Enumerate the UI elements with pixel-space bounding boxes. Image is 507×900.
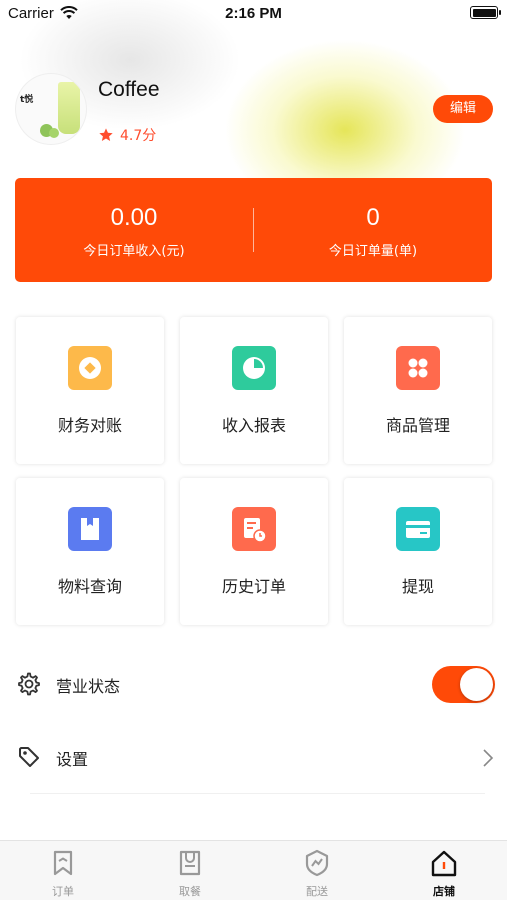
delivery-shield-icon bbox=[305, 849, 329, 877]
tile-history-orders[interactable]: 历史订单 bbox=[180, 478, 328, 625]
tile-label: 商品管理 bbox=[385, 416, 450, 435]
tile-label: 提现 bbox=[401, 577, 434, 596]
settings-row[interactable]: 设置 bbox=[0, 728, 507, 788]
tile-label: 物料查询 bbox=[57, 577, 122, 596]
chevron-right-icon bbox=[483, 749, 494, 767]
tab-label: 取餐 bbox=[179, 885, 201, 898]
tab-orders[interactable]: 订单 bbox=[0, 841, 126, 900]
coin-icon bbox=[68, 346, 112, 390]
pie-chart-icon bbox=[232, 346, 276, 390]
rating-value: 4.7分 bbox=[120, 128, 157, 144]
today-stats-card: 0.00 今日订单收入(元) 0 今日订单量(单) bbox=[15, 178, 492, 282]
tag-icon bbox=[19, 747, 39, 767]
tab-label: 订单 bbox=[52, 885, 74, 898]
edit-profile-button[interactable]: 编辑 bbox=[433, 95, 493, 123]
business-status-label: 营业状态 bbox=[56, 677, 121, 696]
avatar-drink-image bbox=[58, 82, 80, 134]
income-stat: 0.00 今日订单收入(元) bbox=[15, 178, 253, 282]
business-status-toggle[interactable] bbox=[432, 666, 495, 703]
store-house-icon bbox=[431, 850, 457, 877]
row-divider bbox=[30, 793, 485, 794]
tile-label: 财务对账 bbox=[57, 416, 122, 435]
star-icon bbox=[99, 128, 113, 141]
tab-delivery[interactable]: 配送 bbox=[254, 841, 380, 900]
business-status-row: 营业状态 bbox=[0, 655, 507, 715]
tile-product-management[interactable]: 商品管理 bbox=[344, 317, 492, 464]
shop-avatar[interactable]: t悦 bbox=[16, 74, 86, 144]
battery-icon bbox=[470, 6, 501, 19]
card-icon bbox=[396, 507, 440, 551]
tile-label: 历史订单 bbox=[221, 577, 286, 596]
grid-icon bbox=[396, 346, 440, 390]
shop-name: Coffee bbox=[98, 78, 160, 101]
tab-label: 配送 bbox=[306, 885, 328, 898]
tab-label: 店铺 bbox=[433, 885, 455, 898]
tab-pickup[interactable]: 取餐 bbox=[127, 841, 253, 900]
status-bar: Carrier 2:16 PM bbox=[0, 0, 507, 28]
bottom-tab-bar: 订单 取餐 配送 店铺 bbox=[0, 840, 507, 900]
pickup-bag-icon bbox=[179, 850, 201, 876]
material-box-icon bbox=[68, 507, 112, 551]
orders-value: 0 bbox=[366, 204, 380, 231]
income-label: 今日订单收入(元) bbox=[83, 244, 185, 259]
shop-rating: 4.7分 bbox=[98, 125, 156, 145]
avatar-logo-text: t悦 bbox=[20, 95, 34, 105]
settings-label: 设置 bbox=[56, 750, 89, 769]
orders-label: 今日订单量(单) bbox=[328, 244, 418, 259]
tile-withdraw[interactable]: 提现 bbox=[344, 478, 492, 625]
gear-icon bbox=[18, 672, 40, 696]
tile-material-query[interactable]: 物料查询 bbox=[16, 478, 164, 625]
status-time: 2:16 PM bbox=[225, 5, 282, 22]
tile-finance-reconciliation[interactable]: 财务对账 bbox=[16, 317, 164, 464]
income-value: 0.00 bbox=[110, 204, 158, 231]
toggle-knob bbox=[460, 668, 493, 701]
order-bookmark-icon bbox=[53, 850, 73, 876]
tab-store[interactable]: 店铺 bbox=[381, 841, 507, 900]
tile-income-report[interactable]: 收入报表 bbox=[180, 317, 328, 464]
tile-label: 收入报表 bbox=[221, 416, 286, 435]
history-order-icon bbox=[232, 507, 276, 551]
orders-stat: 0 今日订单量(单) bbox=[254, 178, 492, 282]
